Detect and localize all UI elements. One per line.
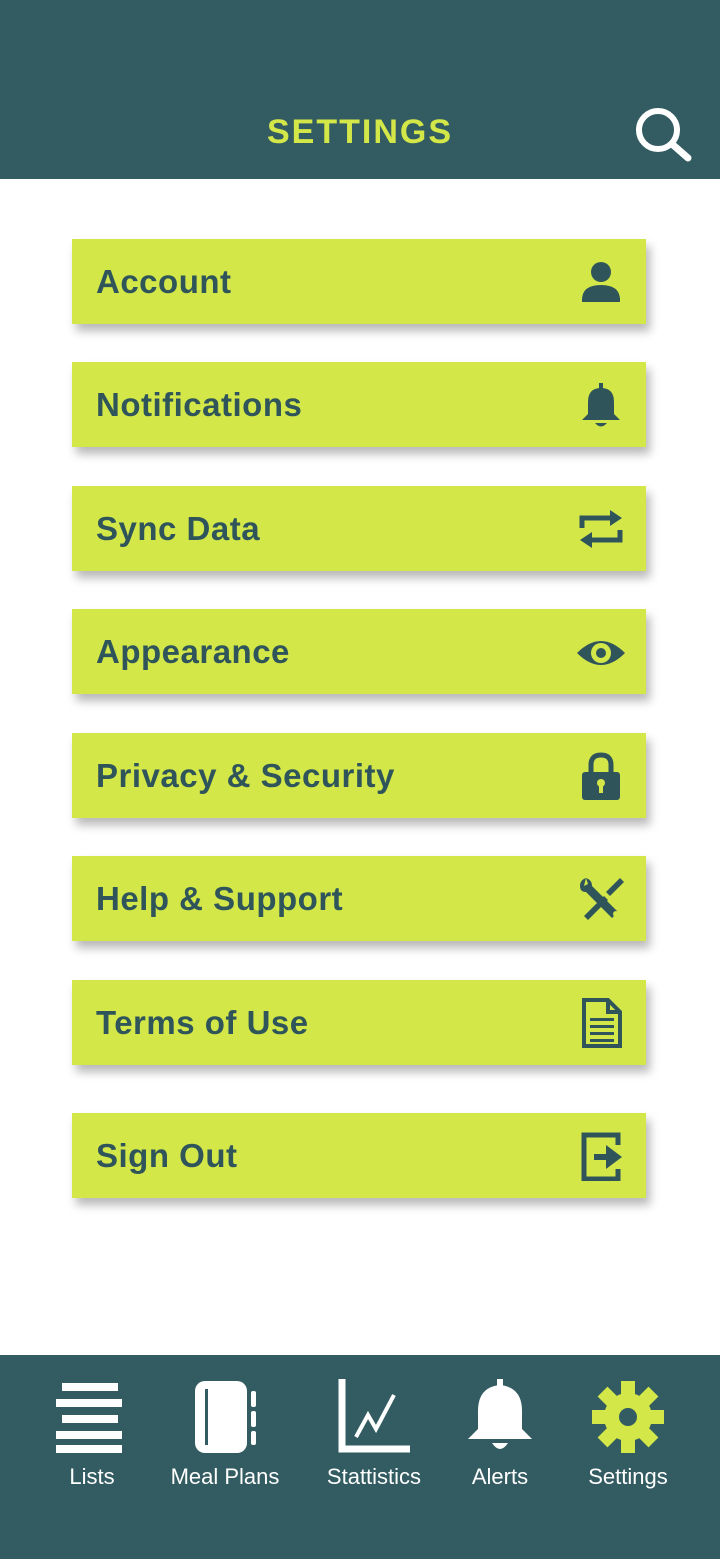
- nav-item-statistics[interactable]: Stattistics: [310, 1355, 438, 1559]
- menu-item-sign-out[interactable]: Sign Out: [72, 1113, 646, 1198]
- menu-item-notifications[interactable]: Notifications: [72, 362, 646, 447]
- nav-item-meal-plans[interactable]: Meal Plans: [162, 1355, 288, 1559]
- nav-label: Alerts: [471, 1464, 529, 1489]
- eye-icon: [577, 641, 625, 665]
- nav-label: Meal Plans: [170, 1464, 280, 1489]
- search-button[interactable]: [632, 104, 696, 164]
- document-icon: [582, 998, 622, 1048]
- nav-label: Settings: [588, 1464, 668, 1489]
- menu-item-label: Appearance: [96, 633, 290, 670]
- bell-icon: [582, 383, 620, 427]
- sign-out-icon: [581, 1132, 622, 1181]
- tools-icon: [580, 878, 624, 920]
- lists-icon: [56, 1383, 122, 1453]
- nav-item-settings[interactable]: Settings: [570, 1355, 686, 1559]
- bottom-navigation: Lists Meal Plans Stattistics Alerts Sett…: [0, 1355, 720, 1559]
- menu-item-terms-of-use[interactable]: Terms of Use: [72, 980, 646, 1065]
- sync-icon: [579, 510, 623, 548]
- app-header: SETTINGS: [0, 0, 720, 179]
- menu-item-label: Privacy & Security: [96, 757, 395, 794]
- menu-item-label: Terms of Use: [96, 1004, 309, 1041]
- menu-item-help-support[interactable]: Help & Support: [72, 856, 646, 941]
- menu-item-label: Help & Support: [96, 880, 344, 917]
- chart-icon: [338, 1379, 410, 1453]
- menu-item-label: Account: [96, 263, 232, 300]
- bell-icon: [468, 1379, 532, 1449]
- menu-item-privacy-security[interactable]: Privacy & Security: [72, 733, 646, 818]
- user-icon: [582, 262, 620, 302]
- menu-item-label: Sign Out: [96, 1137, 238, 1174]
- page-title: SETTINGS: [266, 113, 454, 151]
- lock-icon: [582, 752, 620, 800]
- gear-icon: [592, 1381, 664, 1453]
- menu-item-label: Sync Data: [96, 510, 261, 547]
- menu-item-appearance[interactable]: Appearance: [72, 609, 646, 694]
- menu-item-sync-data[interactable]: Sync Data: [72, 486, 646, 571]
- menu-item-account[interactable]: Account: [72, 239, 646, 324]
- menu-item-label: Notifications: [96, 386, 303, 423]
- nav-label: Lists: [69, 1464, 115, 1489]
- nav-item-alerts[interactable]: Alerts: [450, 1355, 550, 1559]
- notebook-icon: [195, 1381, 256, 1453]
- nav-label: Stattistics: [326, 1464, 422, 1489]
- nav-item-lists[interactable]: Lists: [30, 1355, 154, 1559]
- search-icon: [636, 108, 692, 162]
